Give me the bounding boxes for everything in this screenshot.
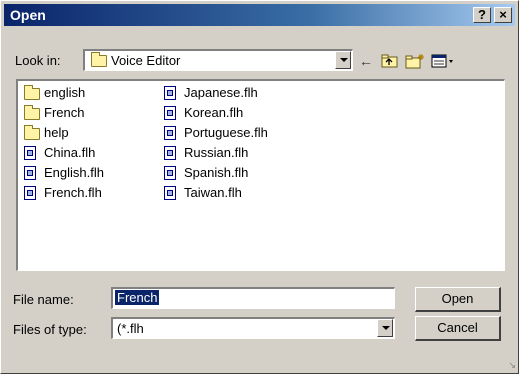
file-icon xyxy=(164,106,176,120)
list-item-label: Korean.flh xyxy=(184,105,244,120)
list-item-label: help xyxy=(44,125,69,140)
file-type-combo[interactable]: (*.flh xyxy=(111,317,395,339)
file-type-label: Files of type: xyxy=(13,322,87,337)
list-item-label: Taiwan.flh xyxy=(184,185,242,200)
help-button[interactable]: ? xyxy=(473,7,491,23)
folder-icon xyxy=(91,52,107,67)
file-name-value: French xyxy=(115,290,160,305)
file-name-label: File name: xyxy=(13,292,74,307)
view-menu-icon[interactable] xyxy=(431,53,457,69)
file-icon xyxy=(164,186,176,200)
open-button-label: Open xyxy=(441,291,474,306)
file-icon xyxy=(164,166,176,180)
file-icon xyxy=(24,166,36,180)
help-icon: ? xyxy=(478,7,486,22)
new-folder-icon[interactable] xyxy=(405,53,425,69)
dialog-title: Open xyxy=(10,7,46,23)
close-button[interactable]: × xyxy=(494,7,512,23)
file-icon xyxy=(164,146,176,160)
cancel-button[interactable]: Cancel xyxy=(415,316,501,341)
cancel-button-label: Cancel xyxy=(437,320,478,335)
look-in-value: Voice Editor xyxy=(111,53,181,68)
list-item-label: China.flh xyxy=(44,145,96,160)
list-item-label: French.flh xyxy=(44,185,102,200)
up-folder-icon[interactable] xyxy=(381,53,399,69)
list-item-label: Russian.flh xyxy=(184,145,249,160)
list-item-label: english xyxy=(44,85,86,100)
list-item-label: Japanese.flh xyxy=(184,85,258,100)
look-in-combo[interactable]: Voice Editor xyxy=(83,49,353,71)
file-icon xyxy=(164,126,176,140)
chevron-down-icon[interactable] xyxy=(335,51,351,69)
file-type-value: (*.flh xyxy=(117,321,144,336)
file-name-input[interactable]: French xyxy=(111,287,395,309)
list-item-label: French xyxy=(44,105,85,120)
open-dialog: Open ? × Look in: Voice Editor ← english… xyxy=(0,0,519,374)
back-arrow-icon[interactable]: ← xyxy=(358,53,374,69)
list-item-label: Spanish.flh xyxy=(184,165,249,180)
look-in-label: Look in: xyxy=(15,53,61,68)
folder-icon xyxy=(24,105,40,120)
list-item-label: English.flh xyxy=(44,165,104,180)
folder-icon xyxy=(24,85,40,100)
chevron-down-icon[interactable] xyxy=(377,319,393,337)
resize-grip-icon[interactable]: ↘ xyxy=(508,360,516,371)
file-list[interactable]: english French help China.flh English.flh Fre… xyxy=(16,79,505,271)
file-icon xyxy=(24,186,36,200)
close-icon: × xyxy=(499,7,507,22)
title-bar[interactable]: Open ? × xyxy=(4,4,515,26)
open-button[interactable]: Open xyxy=(415,287,501,312)
file-icon xyxy=(164,86,176,100)
file-icon xyxy=(24,146,36,160)
list-item-label: Portuguese.flh xyxy=(184,125,268,140)
folder-icon xyxy=(24,125,40,140)
